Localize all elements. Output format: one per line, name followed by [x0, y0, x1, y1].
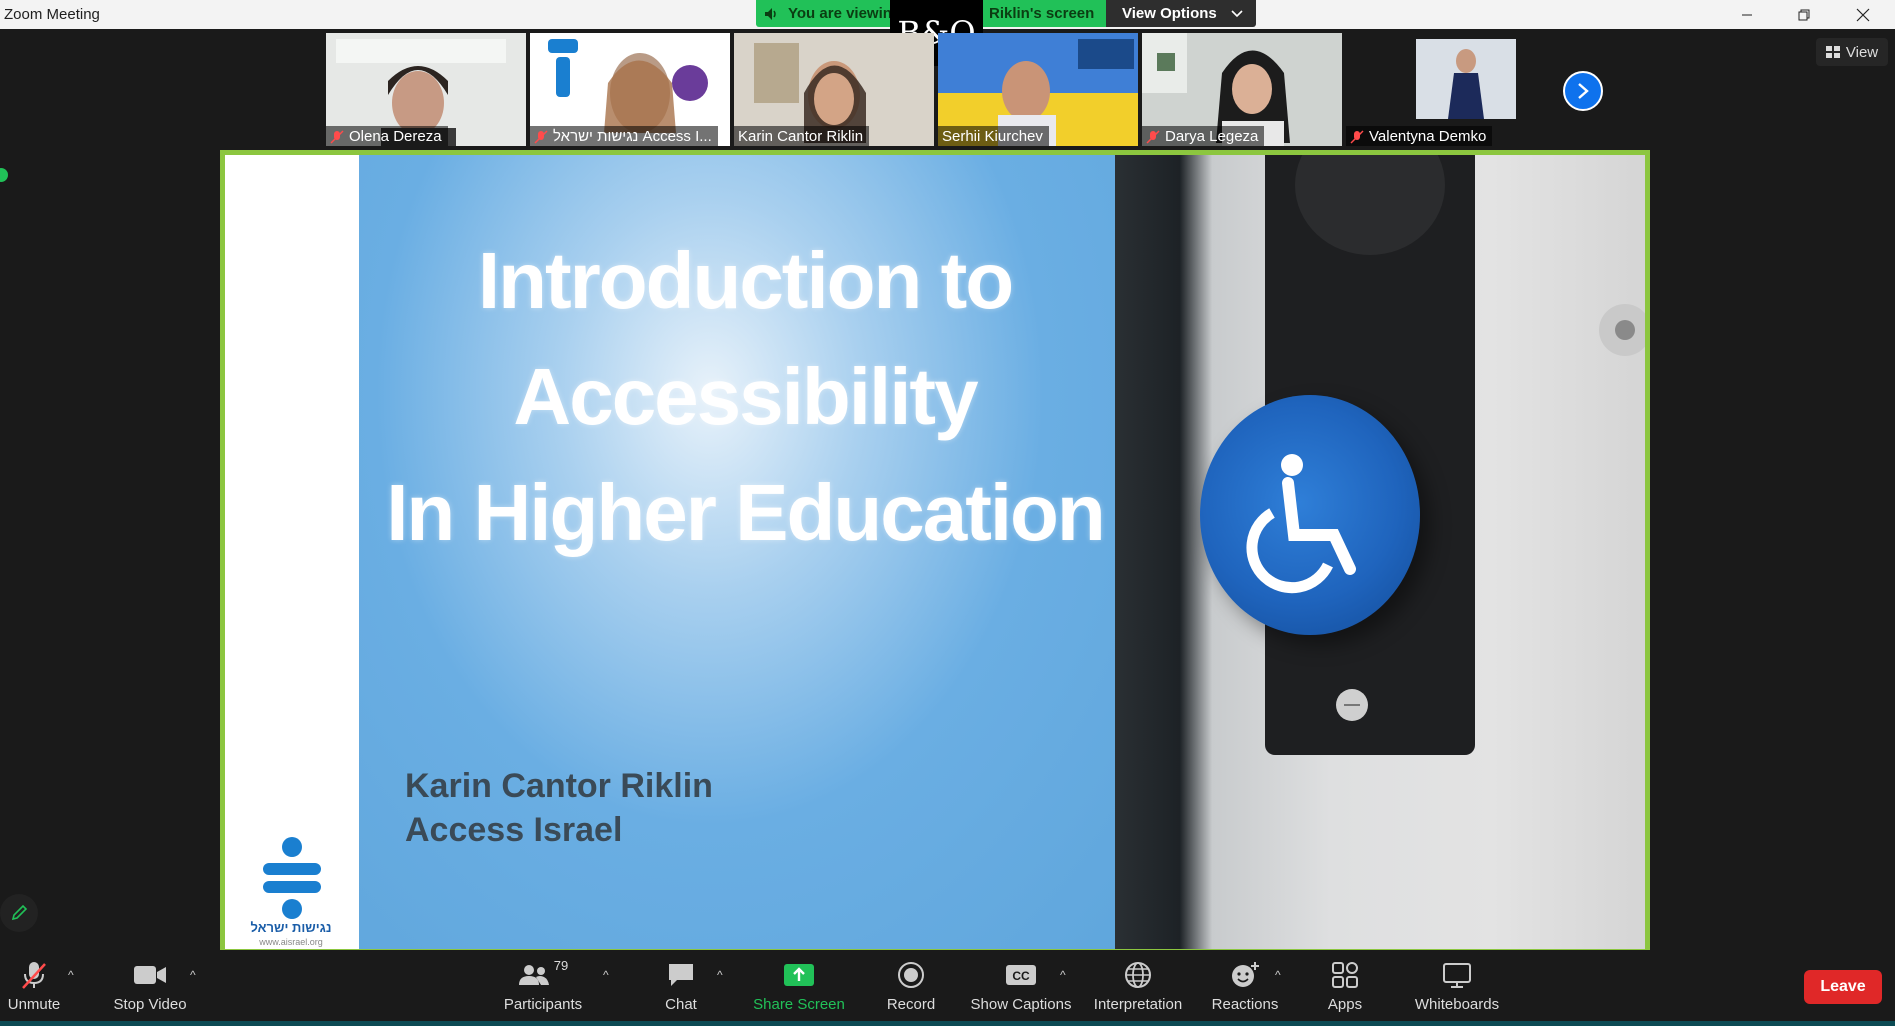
record-label: Record	[886, 996, 936, 1013]
muted-mic-icon	[534, 129, 548, 144]
pencil-icon	[11, 904, 28, 921]
apps-button[interactable]: Apps	[1325, 958, 1365, 1018]
minimize-icon	[1742, 14, 1752, 15]
muted-mic-icon	[330, 129, 344, 144]
slide-left-bar: נגישות ישראל www.aisrael.org	[225, 155, 359, 949]
video-tile[interactable]: Darya Legeza	[1142, 33, 1342, 146]
green-status-dot	[0, 168, 8, 182]
interpretation-button[interactable]: Interpretation	[1090, 958, 1186, 1018]
muted-mic-icon	[1146, 129, 1160, 144]
reactions-button[interactable]: Reactions	[1209, 958, 1281, 1018]
logo-url: www.aisrael.org	[259, 937, 323, 947]
whiteboard-icon	[1443, 963, 1471, 988]
chat-button[interactable]: Chat	[660, 958, 702, 1018]
video-tile[interactable]: נגישות ישראל Access I...	[530, 33, 730, 146]
smiley-plus-icon	[1232, 962, 1259, 987]
chevron-down-icon	[1231, 9, 1243, 17]
show-captions-button[interactable]: CC Show Captions	[970, 958, 1072, 1018]
participants-count: 79	[553, 958, 569, 973]
screw-icon	[1599, 304, 1645, 356]
access-israel-logo-icon	[263, 837, 321, 919]
apps-label: Apps	[1327, 996, 1363, 1013]
slide-title-line-1: Introduction to	[477, 236, 1014, 325]
chevron-right-icon	[1578, 83, 1589, 99]
leave-button[interactable]: Leave	[1804, 970, 1882, 1004]
plate-recess	[1295, 155, 1445, 255]
whiteboards-label: Whiteboards	[1414, 996, 1500, 1013]
svg-text:CC: CC	[1012, 969, 1030, 983]
viewing-screen-owner: Riklin's screen	[989, 5, 1095, 22]
share-screen-label: Share Screen	[753, 996, 845, 1013]
video-tile[interactable]: Olena Dereza	[326, 33, 526, 146]
view-button[interactable]: View	[1816, 38, 1888, 66]
speaker-icon	[765, 7, 776, 20]
video-camera-icon	[134, 966, 166, 984]
globe-icon	[1125, 962, 1151, 988]
share-screen-button[interactable]: Share Screen	[753, 958, 845, 1018]
stop-video-button[interactable]: Stop Video	[110, 958, 190, 1018]
participant-name: Darya Legeza	[1142, 126, 1265, 146]
record-button[interactable]: Record	[885, 958, 937, 1018]
logo-text: נגישות ישראל	[250, 920, 332, 935]
show-captions-label: Show Captions	[970, 996, 1072, 1013]
slide-org-name: Access Israel	[405, 811, 623, 849]
unmute-button[interactable]: Unmute	[5, 958, 63, 1018]
video-tile[interactable]: Valentyna Demko	[1346, 33, 1546, 146]
screw-icon	[1336, 689, 1368, 721]
captions-options-caret[interactable]: ^	[1060, 968, 1066, 982]
minimize-button[interactable]	[1724, 0, 1770, 29]
whiteboards-button[interactable]: Whiteboards	[1413, 958, 1501, 1018]
participants-label: Participants	[503, 996, 583, 1013]
wheelchair-icon	[1246, 454, 1356, 594]
restore-icon	[1798, 9, 1810, 20]
muted-mic-icon	[1350, 129, 1364, 144]
muted-mic-icon	[22, 962, 46, 989]
participant-name: Olena Dereza	[326, 126, 448, 146]
close-button[interactable]	[1840, 0, 1886, 29]
restore-button[interactable]	[1781, 0, 1827, 29]
view-button-label: View	[1845, 43, 1879, 61]
accessibility-button-image	[1200, 395, 1420, 635]
participant-name: Karin Cantor Riklin	[734, 126, 870, 146]
slide-presenter-name: Karin Cantor Riklin	[405, 767, 713, 805]
closed-captions-icon: CC	[1006, 965, 1036, 985]
apps-icon	[1332, 962, 1358, 988]
shared-screen: נגישות ישראל www.aisrael.org Introductio…	[220, 150, 1650, 954]
interpretation-label: Interpretation	[1093, 996, 1183, 1013]
view-options-dropdown[interactable]: View Options	[1106, 0, 1256, 27]
video-options-caret[interactable]: ^	[190, 968, 196, 982]
participants-options-caret[interactable]: ^	[603, 968, 609, 982]
participant-name: Valentyna Demko	[1346, 126, 1493, 146]
video-tile[interactable]: Serhii Kiurchev	[938, 33, 1138, 146]
participant-name: Serhii Kiurchev	[938, 126, 1049, 146]
view-options-label: View Options	[1122, 5, 1217, 22]
share-screen-icon	[784, 964, 814, 986]
meeting-toolbar: Unmute ^ Stop Video ^ 79 Participants ^ …	[0, 950, 1895, 1026]
close-icon	[1856, 8, 1870, 21]
audio-options-caret[interactable]: ^	[68, 968, 74, 982]
annotate-button[interactable]	[0, 894, 38, 932]
record-icon	[898, 962, 924, 988]
participants-button[interactable]: 79 Participants	[502, 958, 584, 1018]
window-title: Zoom Meeting	[4, 6, 100, 23]
participants-icon	[518, 965, 549, 985]
bottom-edge	[0, 1021, 1895, 1026]
chat-options-caret[interactable]: ^	[717, 968, 723, 982]
slide-title-line-3: In Higher Education	[386, 468, 1106, 557]
unmute-label: Unmute	[7, 996, 61, 1013]
video-tile[interactable]: Karin Cantor Riklin	[734, 33, 934, 146]
grid-view-icon	[1825, 46, 1840, 58]
reactions-options-caret[interactable]: ^	[1275, 968, 1281, 982]
stop-video-label: Stop Video	[113, 996, 187, 1013]
viewing-text: You are viewing	[788, 5, 902, 22]
next-page-button[interactable]	[1563, 71, 1603, 111]
chat-bubble-icon	[669, 964, 693, 986]
participant-name: נגישות ישראל Access I...	[530, 126, 718, 146]
chat-label: Chat	[665, 996, 697, 1013]
slide-title-line-2: Accessibility	[513, 352, 978, 441]
reactions-label: Reactions	[1211, 996, 1279, 1013]
